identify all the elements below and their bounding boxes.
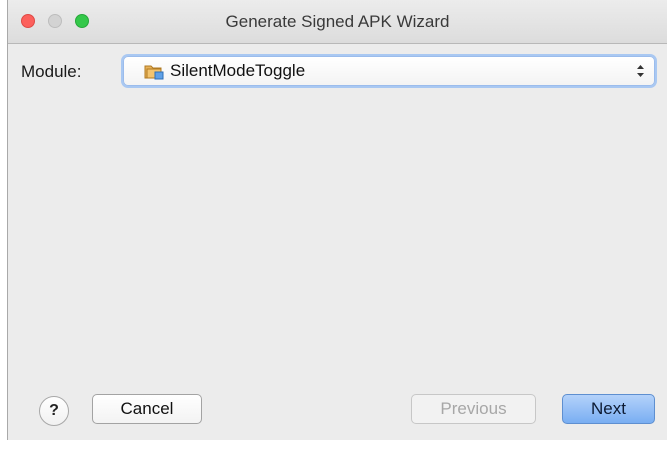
module-label: Module: bbox=[21, 62, 82, 81]
title-bar: Generate Signed APK Wizard bbox=[8, 0, 667, 44]
window-title: Generate Signed APK Wizard bbox=[225, 12, 450, 31]
up-down-arrows-icon bbox=[637, 65, 644, 77]
wizard-window: Generate Signed APK Wizard Module: Silen… bbox=[7, 0, 667, 440]
cancel-button[interactable]: Cancel bbox=[92, 394, 202, 424]
module-dropdown[interactable]: SilentModeToggle bbox=[123, 56, 655, 86]
previous-button[interactable]: Previous bbox=[411, 394, 536, 424]
help-button[interactable]: ? bbox=[39, 396, 69, 426]
module-selected-value: SilentModeToggle bbox=[170, 61, 306, 80]
next-button[interactable]: Next bbox=[562, 394, 655, 424]
module-folder-icon bbox=[144, 65, 164, 80]
